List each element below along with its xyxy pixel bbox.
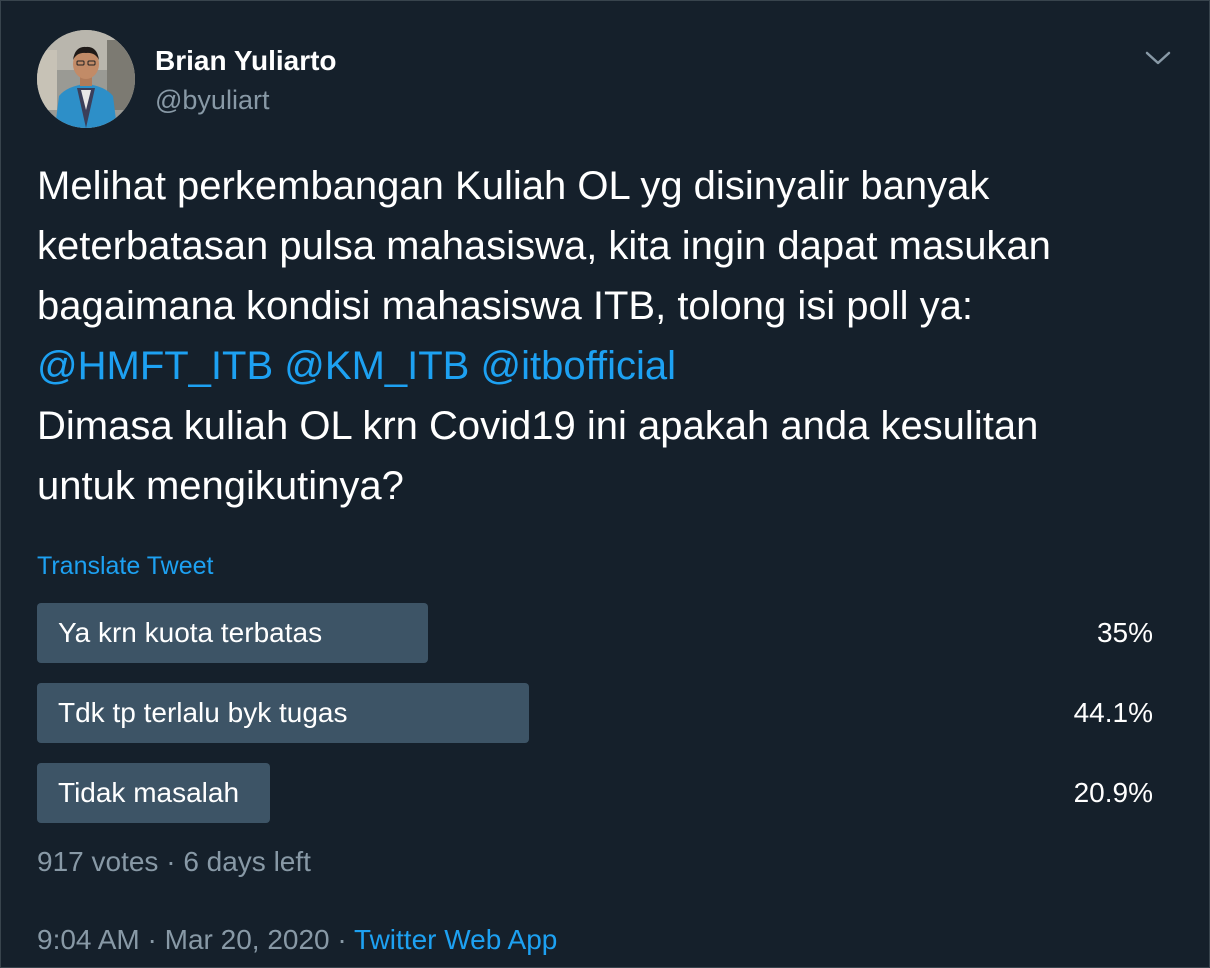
- author-handle[interactable]: @byuliart: [155, 84, 269, 116]
- tweet-date[interactable]: Mar 20, 2020: [165, 924, 330, 955]
- tweet-text-line: keterbatasan pulsa mahasiswa, kita ingin…: [37, 224, 1051, 268]
- poll-option: Tdk tp terlalu byk tugas 44.1%: [37, 683, 1153, 743]
- poll-option: Tidak masalah 20.9%: [37, 763, 1153, 823]
- chevron-down-icon[interactable]: [1141, 45, 1175, 71]
- tweet-text-line: Melihat perkembangan Kuliah OL yg disiny…: [37, 164, 990, 208]
- tweet-meta: 9:04 AM · Mar 20, 2020 · Twitter Web App: [37, 924, 558, 955]
- poll-option-label: Tdk tp terlalu byk tugas: [58, 697, 348, 728]
- author-name[interactable]: Brian Yuliarto: [155, 45, 337, 77]
- mention-link-itbofficial[interactable]: @itbofficial: [480, 344, 676, 388]
- tweet-text-line: bagaimana kondisi mahasiswa ITB, tolong …: [37, 284, 974, 328]
- poll-option-percent: 44.1%: [1073, 697, 1153, 728]
- mentions-line: @HMFT_ITB @KM_ITB @itbofficial: [37, 336, 1187, 396]
- poll-option-percent: 20.9%: [1073, 777, 1153, 808]
- translate-tweet-link[interactable]: Translate Tweet: [37, 550, 213, 582]
- poll-summary: 917 votes · 6 days left: [37, 846, 311, 877]
- mention-link-km-itb[interactable]: @KM_ITB: [284, 344, 469, 388]
- poll-option-percent: 35%: [1096, 617, 1153, 648]
- tweet-text-line: Dimasa kuliah OL krn Covid19 ini apakah …: [37, 404, 1039, 448]
- mention-link-hmft-itb[interactable]: @HMFT_ITB: [37, 344, 273, 388]
- vote-count: 917 votes: [37, 846, 159, 877]
- tweet-card: Brian Yuliarto @byuliart Melihat perkemb…: [0, 0, 1210, 968]
- time-left: 6 days left: [183, 846, 311, 877]
- poll-option-label: Ya krn kuota terbatas: [58, 617, 323, 648]
- avatar-photo: [37, 30, 135, 128]
- poll-option: Ya krn kuota terbatas 35%: [37, 603, 1153, 663]
- poll-option-label: Tidak masalah: [58, 777, 240, 808]
- tweet-text-line: untuk mengikutinya?: [37, 464, 404, 508]
- poll: Ya krn kuota terbatas 35% Tdk tp terlalu…: [37, 603, 1153, 843]
- tweet-source-link[interactable]: Twitter Web App: [354, 924, 557, 955]
- tweet-text: Melihat perkembangan Kuliah OL yg disiny…: [37, 156, 1187, 516]
- tweet-time[interactable]: 9:04 AM: [37, 924, 140, 955]
- avatar[interactable]: [37, 30, 135, 128]
